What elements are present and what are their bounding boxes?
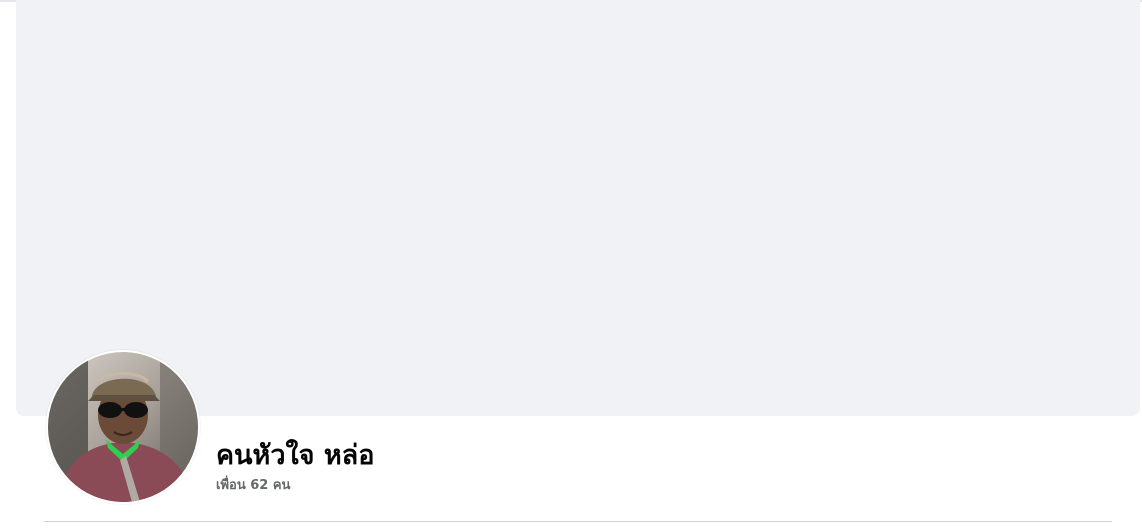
section-divider xyxy=(44,521,1112,522)
friends-count-link[interactable]: เพื่อน 62 คน xyxy=(216,477,290,495)
profile-page: คนหัวใจ หล่อ เพื่อน 62 คน xyxy=(0,0,1142,528)
profile-name[interactable]: คนหัวใจ หล่อ xyxy=(216,436,374,476)
cover-photo-area[interactable] xyxy=(16,0,1140,416)
profile-picture-frame[interactable] xyxy=(46,350,200,504)
profile-picture[interactable] xyxy=(48,352,198,502)
